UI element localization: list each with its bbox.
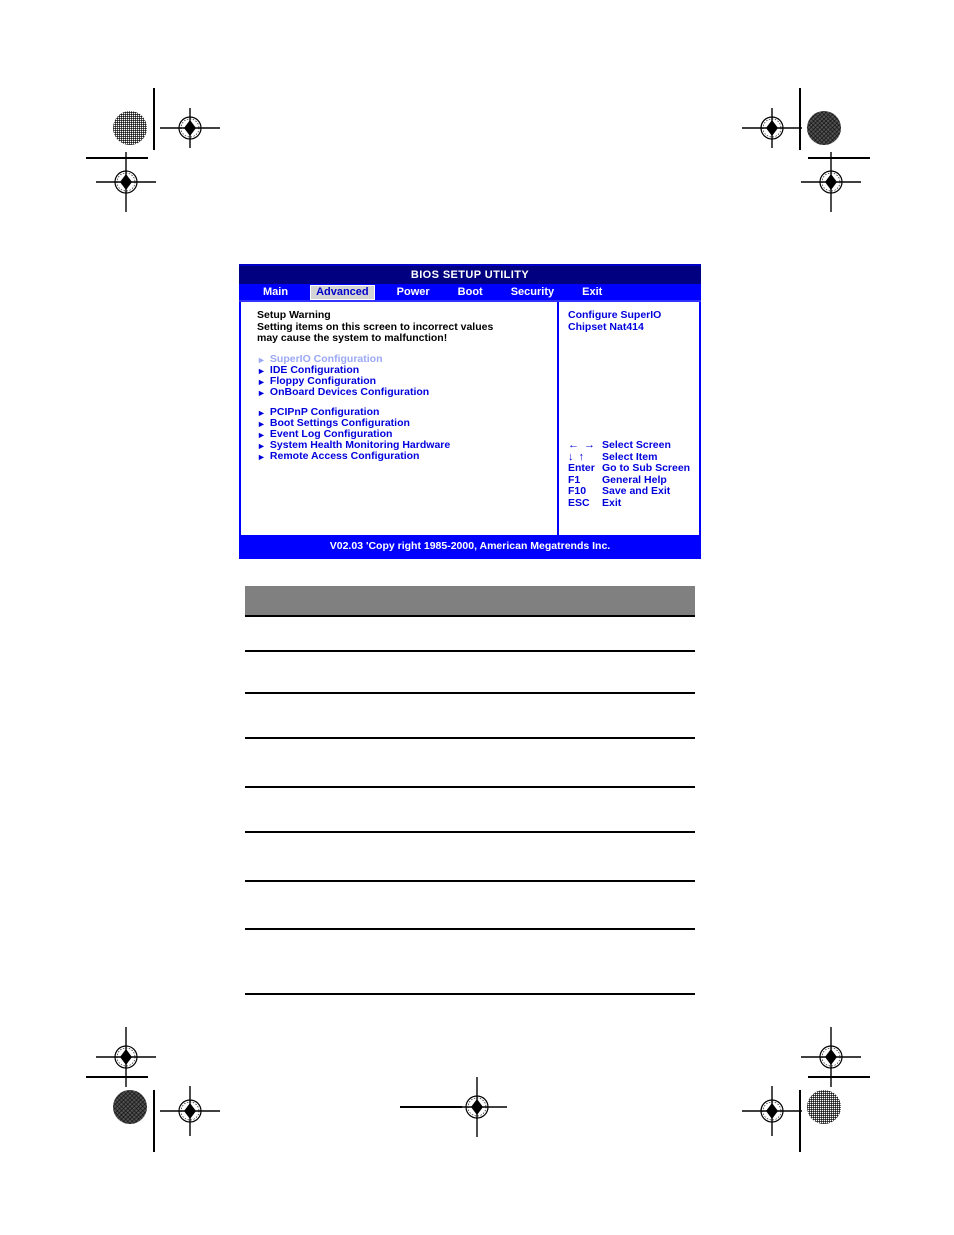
tab-security[interactable]: Security bbox=[505, 285, 560, 300]
setup-warning-block: Setup Warning Setting items on this scre… bbox=[257, 309, 557, 345]
registration-mark bbox=[742, 1086, 802, 1136]
document-table bbox=[245, 586, 695, 617]
registration-mark bbox=[160, 108, 220, 148]
tab-boot[interactable]: Boot bbox=[452, 285, 489, 300]
triangle-right-icon: ► bbox=[257, 418, 266, 429]
density-patch bbox=[807, 1090, 841, 1124]
key-legend-keys: ESC bbox=[568, 496, 590, 509]
registration-mark bbox=[801, 152, 861, 212]
bios-help-panel: Configure SuperIO Chipset Nat414 ← → Sele… bbox=[559, 302, 699, 535]
arrow-left-right-icon: ← → bbox=[568, 439, 595, 452]
registration-mark bbox=[447, 1077, 507, 1137]
triangle-right-icon: ► bbox=[257, 376, 266, 387]
bios-version-text: V02.03 'Copy right 1985-2000, American M… bbox=[329, 540, 611, 552]
triangle-right-icon: ► bbox=[257, 387, 266, 398]
tab-power[interactable]: Power bbox=[391, 285, 436, 300]
registration-mark bbox=[742, 108, 802, 148]
submenu-group-secondary: ► PCIPnP Configuration ► Boot Settings C… bbox=[257, 407, 557, 463]
crop-mark-vertical bbox=[153, 88, 155, 150]
bios-menu-bar[interactable]: Main Advanced Power Boot Security Exit bbox=[239, 284, 701, 302]
key-legend-keys: F10 bbox=[568, 485, 587, 498]
tab-exit[interactable]: Exit bbox=[576, 285, 608, 300]
triangle-right-icon: ► bbox=[257, 451, 266, 462]
help-text-line-2: Chipset Nat414 bbox=[568, 320, 644, 333]
menu-item-label: OnBoard Devices Configuration bbox=[269, 386, 430, 399]
table-row-rule bbox=[245, 831, 695, 833]
key-legend-desc: Select Screen bbox=[602, 439, 671, 452]
density-patch bbox=[807, 111, 841, 145]
key-legend-desc: Exit bbox=[602, 496, 622, 509]
triangle-right-icon: ► bbox=[257, 365, 266, 376]
key-legend-row-esc: ESC Exit bbox=[568, 496, 696, 510]
key-legend-desc: Save and Exit bbox=[602, 485, 671, 498]
key-legend-row-enter: Enter Go to Sub Screen bbox=[568, 463, 696, 475]
table-row-rule bbox=[245, 650, 695, 652]
triangle-right-icon: ► bbox=[257, 440, 266, 451]
submenu-group-primary: ► SuperIO Configuration ► IDE Configurat… bbox=[257, 354, 557, 399]
triangle-right-icon: ► bbox=[257, 407, 266, 418]
key-legend-desc: Select Item bbox=[602, 450, 658, 463]
table-row-rule bbox=[245, 928, 695, 930]
registration-mark bbox=[96, 152, 156, 212]
bios-body: Setup Warning Setting items on this scre… bbox=[239, 302, 701, 535]
key-legend-desc: Go to Sub Screen bbox=[602, 462, 691, 475]
key-legend-desc: General Help bbox=[602, 473, 667, 486]
triangle-right-icon: ► bbox=[257, 429, 266, 440]
key-legend-row-f10: F10 Save and Exit bbox=[568, 486, 696, 498]
key-legend: ← → Select Screen ↓ ↑ Select Item Enter Go… bbox=[568, 440, 696, 509]
menu-item-label: Remote Access Configuration bbox=[269, 450, 420, 463]
bios-settings-panel: Setup Warning Setting items on this scre… bbox=[241, 302, 557, 535]
density-patch bbox=[113, 1090, 147, 1124]
table-header-row bbox=[245, 586, 695, 617]
density-patch bbox=[113, 111, 147, 145]
table-row-rule bbox=[245, 786, 695, 788]
tab-advanced[interactable]: Advanced bbox=[310, 284, 375, 300]
help-text-line-1: Configure SuperIO bbox=[568, 309, 662, 321]
table-row-rule bbox=[245, 880, 695, 882]
arrow-up-down-icon: ↓ ↑ bbox=[568, 450, 584, 463]
menu-item-remote-access-configuration[interactable]: ► Remote Access Configuration bbox=[257, 450, 557, 463]
crop-mark-vertical bbox=[153, 1090, 155, 1152]
bios-title-bar: BIOS SETUP UTILITY bbox=[239, 264, 701, 284]
table-row-rule bbox=[245, 692, 695, 694]
registration-mark bbox=[160, 1086, 220, 1136]
bios-footer-bar: V02.03 'Copy right 1985-2000, American M… bbox=[239, 535, 701, 559]
setup-warning-line-2: may cause the system to malfunction! bbox=[257, 332, 448, 344]
table-row-rule bbox=[245, 737, 695, 739]
key-legend-keys: F1 bbox=[568, 473, 581, 486]
key-legend-keys: Enter bbox=[568, 462, 595, 475]
page-title: BIOS SETUP UTILITY bbox=[410, 269, 530, 281]
table-row-rule bbox=[245, 993, 695, 995]
triangle-right-icon: ► bbox=[257, 354, 266, 365]
setup-warning-heading: Setup Warning bbox=[257, 309, 331, 321]
menu-item-onboard-devices-configuration[interactable]: ► OnBoard Devices Configuration bbox=[257, 386, 557, 399]
registration-mark bbox=[96, 1027, 156, 1087]
tab-main[interactable]: Main bbox=[257, 285, 294, 300]
bios-setup-window: BIOS SETUP UTILITY Main Advanced Power B… bbox=[239, 264, 701, 561]
registration-mark bbox=[801, 1027, 861, 1087]
key-legend-row-select-screen: ← → Select Screen bbox=[568, 440, 696, 452]
